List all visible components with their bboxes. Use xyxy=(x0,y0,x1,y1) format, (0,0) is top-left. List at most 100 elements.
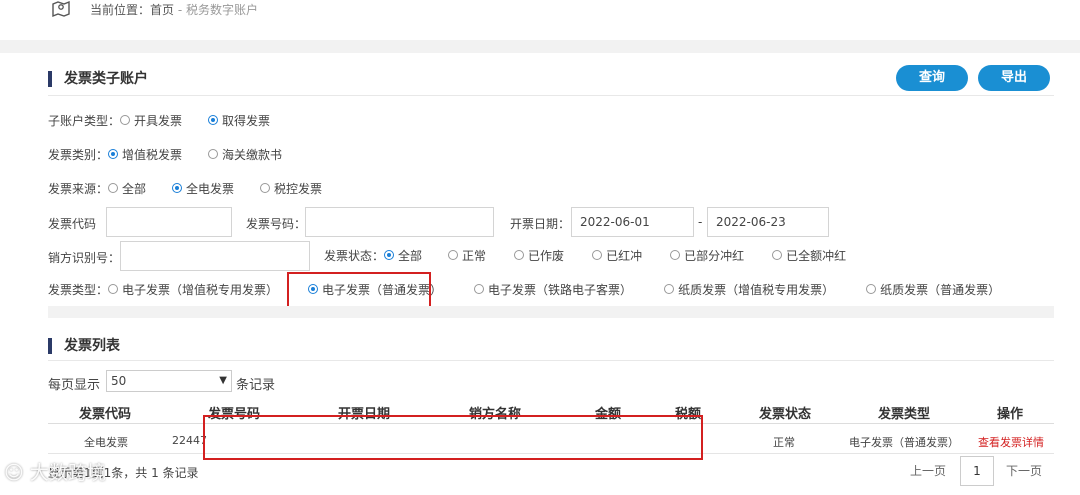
breadcrumb-home[interactable]: 首页 xyxy=(150,3,174,17)
option-label: 海关缴款书 xyxy=(222,147,283,162)
prev-page-button[interactable]: 上一页 xyxy=(910,456,946,486)
table-row: 全电发票 22447 正常 电子发票（普通发票） 查看发票详情 xyxy=(48,426,1054,454)
status-option-partial-red[interactable]: 已部分冲红 xyxy=(670,247,744,264)
option-label: 已全额冲红 xyxy=(786,248,847,263)
issue-date-separator: - xyxy=(698,215,703,229)
radio-icon xyxy=(670,250,681,260)
invoice-category-option-customs[interactable]: 海关缴款书 xyxy=(208,146,282,163)
radio-icon xyxy=(514,250,525,260)
panel-divider xyxy=(48,95,1054,96)
breadcrumb-label: 当前位置： xyxy=(90,3,151,17)
radio-icon xyxy=(108,183,119,193)
column-header: 发票代码 xyxy=(78,407,132,422)
invoice-type-row: 发票类型： 电子发票（增值税专用发票） 电子发票（普通发票） 电子发票（铁路电子… xyxy=(48,278,1000,300)
invoice-source-label: 发票来源： xyxy=(48,181,109,196)
invoice-code-label: 发票代码 xyxy=(48,217,97,231)
invoice-type-option-paper-normal[interactable]: 纸质发票（普通发票） xyxy=(866,281,1000,298)
watermark-text: 大数跨境 xyxy=(29,462,106,484)
cell-invoice-number: 22447 xyxy=(172,434,207,447)
radio-icon xyxy=(772,250,783,260)
radio-checked-icon xyxy=(308,284,319,294)
column-header: 销方名称 xyxy=(468,407,522,422)
page-size-select[interactable]: 50 ▼ xyxy=(106,370,232,392)
radio-icon xyxy=(448,250,459,260)
invoice-source-option-tax-control[interactable]: 税控发票 xyxy=(260,180,322,197)
issue-date-label: 开票日期： xyxy=(510,217,571,231)
option-label: 取得发票 xyxy=(222,113,271,128)
status-option-all[interactable]: 全部 xyxy=(384,247,422,264)
column-header: 发票状态 xyxy=(758,407,812,422)
panel-title: 发票类子账户 xyxy=(48,71,148,87)
invoice-type-label: 发票类型： xyxy=(48,282,109,297)
table-header: 发票代码 发票号码 开票日期 销方名称 金额 税额 发票状态 发票类型 操作 xyxy=(48,398,1054,424)
watermark-logo: ☺ 大数跨境 xyxy=(4,462,106,484)
option-label: 纸质发票（增值税专用发票） xyxy=(678,282,835,297)
issue-date-to-input[interactable]: 2022-06-23 xyxy=(707,207,829,237)
view-invoice-detail-link[interactable]: 查看发票详情 xyxy=(978,434,1044,450)
column-header: 开票日期 xyxy=(337,407,391,422)
invoice-status-label: 发票状态： xyxy=(324,248,385,263)
column-header: 操作 xyxy=(996,407,1024,422)
issue-date-from-input[interactable]: 2022-06-01 xyxy=(571,207,694,237)
invoice-source-row: 发票来源： 全部 全电发票 税控发票 xyxy=(48,177,348,199)
invoice-source-option-all[interactable]: 全部 xyxy=(108,180,146,197)
invoice-code-input[interactable] xyxy=(106,207,232,237)
option-label: 电子发票（增值税专用发票） xyxy=(122,282,279,297)
status-option-red-offset[interactable]: 已红冲 xyxy=(592,247,642,264)
seller-id-label: 销方识别号： xyxy=(48,251,121,265)
account-type-option-issue[interactable]: 开具发票 xyxy=(120,112,182,129)
status-option-normal[interactable]: 正常 xyxy=(448,247,486,264)
column-header: 金额 xyxy=(594,407,622,422)
radio-checked-icon xyxy=(208,115,219,125)
radio-icon xyxy=(664,284,675,294)
option-label: 全部 xyxy=(122,181,147,196)
invoice-type-option-paper-special[interactable]: 纸质发票（增值税专用发票） xyxy=(664,281,834,298)
option-label: 已作废 xyxy=(528,248,565,263)
list-divider xyxy=(48,360,1054,361)
breadcrumb-current: 税务数字账户 xyxy=(186,3,259,17)
radio-icon xyxy=(208,149,219,159)
option-label: 电子发票（铁路电子客票） xyxy=(488,282,633,297)
option-label: 纸质发票（普通发票） xyxy=(880,282,1001,297)
radio-checked-icon xyxy=(384,250,395,260)
invoice-source-option-full-electronic[interactable]: 全电发票 xyxy=(172,180,234,197)
invoice-category-option-vat[interactable]: 增值税发票 xyxy=(108,146,182,163)
cell-invoice-type: 电子发票（普通发票） xyxy=(849,436,959,449)
page-number-current[interactable]: 1 xyxy=(960,456,994,486)
next-page-button[interactable]: 下一页 xyxy=(1006,456,1042,486)
account-type-option-receive[interactable]: 取得发票 xyxy=(208,112,270,129)
option-label: 全部 xyxy=(398,248,423,263)
option-label: 已部分冲红 xyxy=(684,248,745,263)
option-label: 开具发票 xyxy=(134,113,183,128)
filter-bottom-band xyxy=(48,306,1054,318)
option-label: 已红冲 xyxy=(606,248,643,263)
account-type-row: 子账户类型： 开具发票 取得发票 xyxy=(48,109,296,131)
breadcrumb: 当前位置：首页 - 税务数字账户 xyxy=(90,1,258,18)
account-type-label: 子账户类型： xyxy=(48,113,121,128)
location-icon xyxy=(52,0,70,18)
chevron-down-icon: ▼ xyxy=(219,375,227,386)
cell-invoice-code: 全电发票 xyxy=(84,436,128,449)
invoice-type-option-e-special[interactable]: 电子发票（增值税专用发票） xyxy=(108,281,278,298)
radio-icon xyxy=(108,284,119,294)
invoice-category-row: 发票类别： 增值税发票 海关缴款书 xyxy=(48,143,308,165)
seller-id-input[interactable] xyxy=(120,241,310,271)
page-size-value: 50 xyxy=(111,374,127,388)
option-label: 税控发票 xyxy=(274,181,323,196)
query-button[interactable]: 查询 xyxy=(896,65,968,91)
invoice-number-input[interactable] xyxy=(305,207,494,237)
invoice-type-option-e-normal[interactable]: 电子发票（普通发票） xyxy=(308,281,442,298)
page-size-suffix: 条记录 xyxy=(236,378,276,393)
invoice-type-option-e-railway[interactable]: 电子发票（铁路电子客票） xyxy=(474,281,632,298)
radio-icon xyxy=(260,183,271,193)
status-option-voided[interactable]: 已作废 xyxy=(514,247,564,264)
option-label: 全电发票 xyxy=(186,181,235,196)
export-button[interactable]: 导出 xyxy=(978,65,1050,91)
radio-icon xyxy=(120,115,131,125)
status-option-full-red[interactable]: 已全额冲红 xyxy=(772,247,846,264)
invoice-category-label: 发票类别： xyxy=(48,147,109,162)
invoice-number-label: 发票号码： xyxy=(246,217,307,231)
option-label: 正常 xyxy=(462,248,487,263)
invoice-status-row: 发票状态： 全部 正常 已作废 已红冲 已部分冲红 已全额冲红 xyxy=(324,244,846,266)
cell-status: 正常 xyxy=(773,436,795,449)
